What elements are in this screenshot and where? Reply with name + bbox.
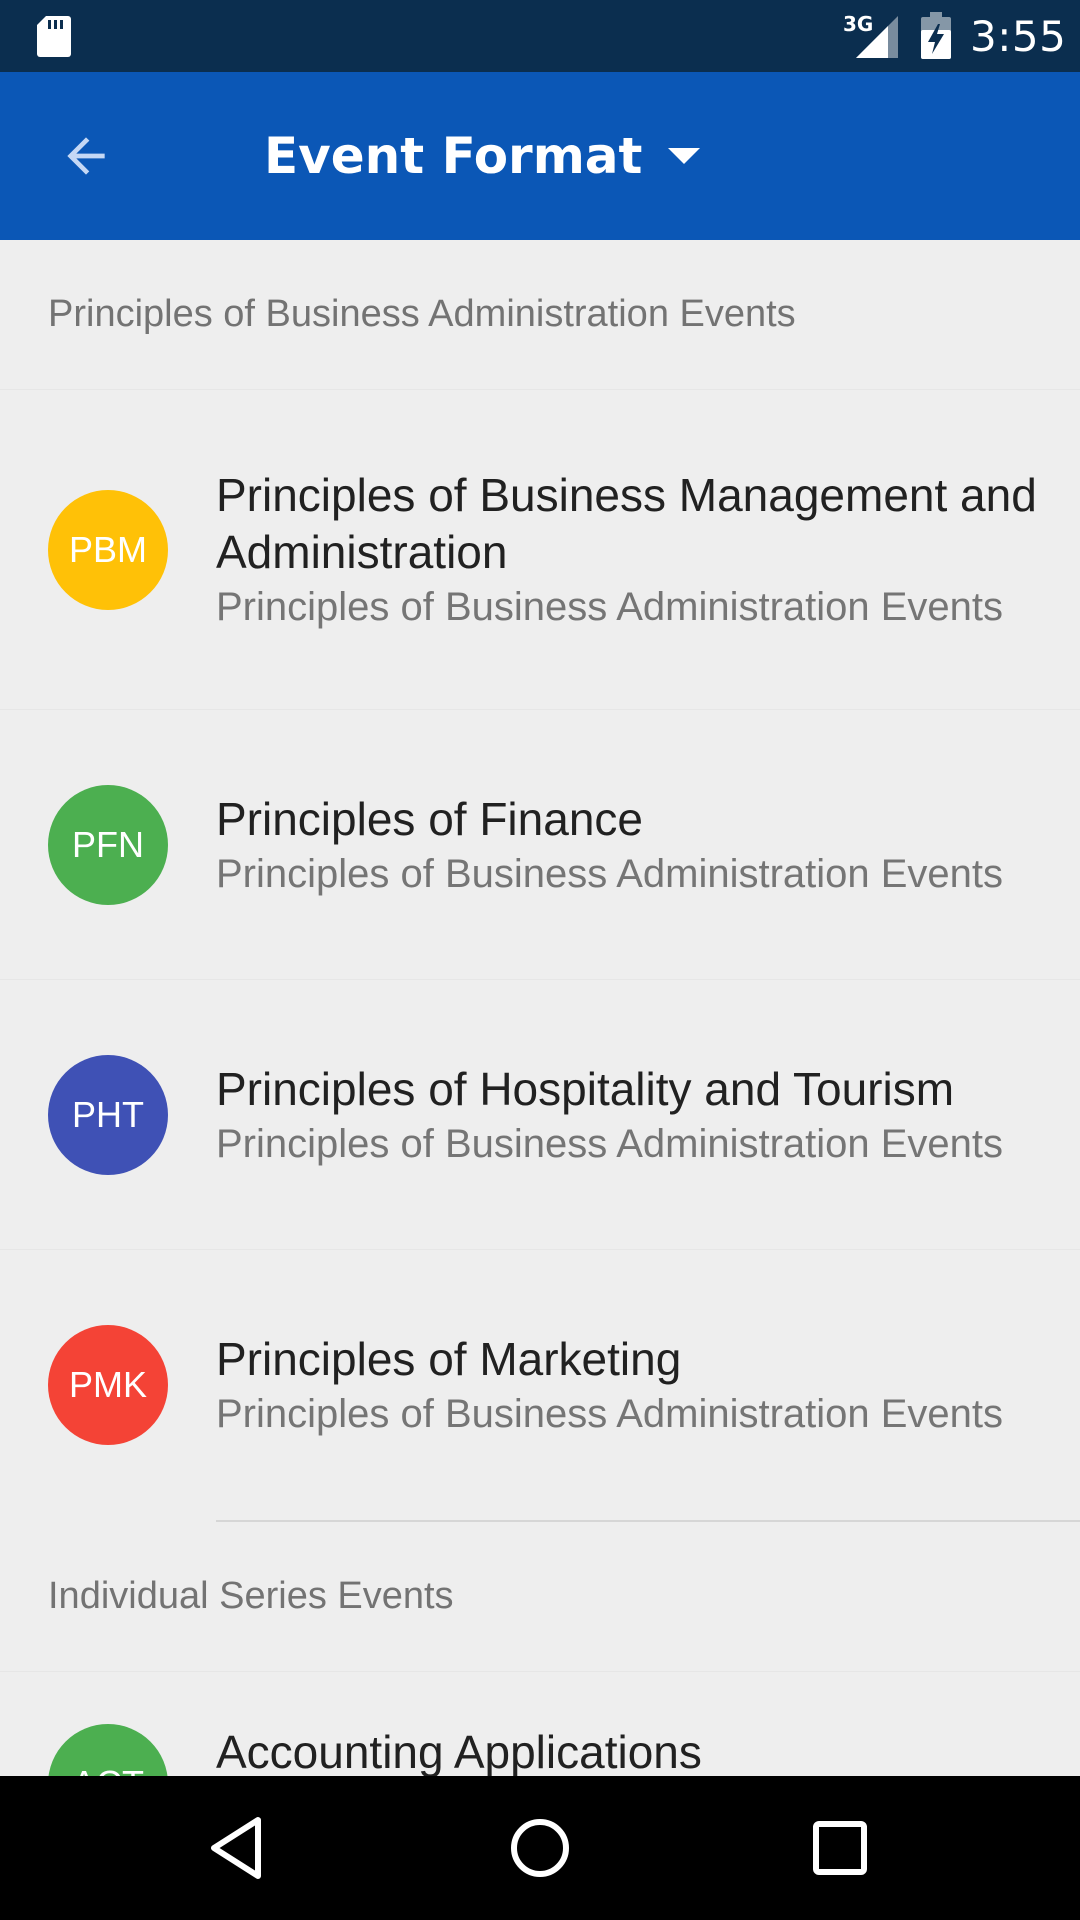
section-header: Principles of Business Administration Ev… xyxy=(0,240,1080,390)
item-title: Principles of Hospitality and Tourism xyxy=(216,1062,955,1115)
back-button[interactable] xyxy=(44,114,128,198)
nav-back-icon[interactable] xyxy=(202,1810,278,1886)
item-subtitle: Principles of Business Administration Ev… xyxy=(216,585,1004,629)
nav-home-icon[interactable] xyxy=(502,1810,578,1886)
section-header: Individual Series Events xyxy=(0,1522,1080,1672)
status-bar: 3G 3:55 xyxy=(0,0,1080,72)
clock: 3:55 xyxy=(970,12,1067,61)
page-title: Event Format xyxy=(264,127,643,185)
arrow-back-icon xyxy=(67,137,105,175)
item-title: Principles of Finance xyxy=(216,792,643,845)
event-avatar: ACT xyxy=(48,1724,168,1776)
app-bar: Event Format xyxy=(0,72,1080,240)
event-avatar: PBM xyxy=(48,489,168,610)
item-title: Principles of Marketing xyxy=(216,1333,682,1385)
item-subtitle: Principles of Business Administration Ev… xyxy=(216,851,1004,896)
event-format-dropdown[interactable]: Event Format xyxy=(264,118,701,194)
item-subtitle: Principles of Business Administration Ev… xyxy=(216,1392,1004,1436)
list-item[interactable]: PHT Principles of Hospitality and Touris… xyxy=(0,980,1080,1250)
event-list[interactable]: Principles of Business Administration Ev… xyxy=(0,240,1080,1776)
event-avatar: PFN xyxy=(48,784,168,905)
event-avatar: PMK xyxy=(48,1325,168,1445)
nav-recents-icon[interactable] xyxy=(802,1810,878,1886)
item-subtitle: Principles of Business Administration Ev… xyxy=(216,1121,1004,1166)
list-item[interactable]: PBM Principles of Business Management an… xyxy=(0,390,1080,710)
item-title: Accounting Applications xyxy=(216,1726,702,1776)
list-item[interactable]: ACT Accounting Applications xyxy=(0,1672,1080,1776)
item-title: Principles of Business Management and Ad… xyxy=(216,469,1037,578)
list-item[interactable]: PFN Principles of Finance Principles of … xyxy=(0,710,1080,980)
list-item[interactable]: PMK Principles of Marketing Principles o… xyxy=(0,1250,1080,1520)
battery-charging-icon xyxy=(921,12,951,59)
navigation-bar xyxy=(0,1776,1080,1920)
event-avatar: PHT xyxy=(48,1054,168,1175)
sd-card-icon xyxy=(37,16,71,57)
signal-icon xyxy=(856,16,898,58)
arrow-drop-down-icon xyxy=(668,148,701,164)
